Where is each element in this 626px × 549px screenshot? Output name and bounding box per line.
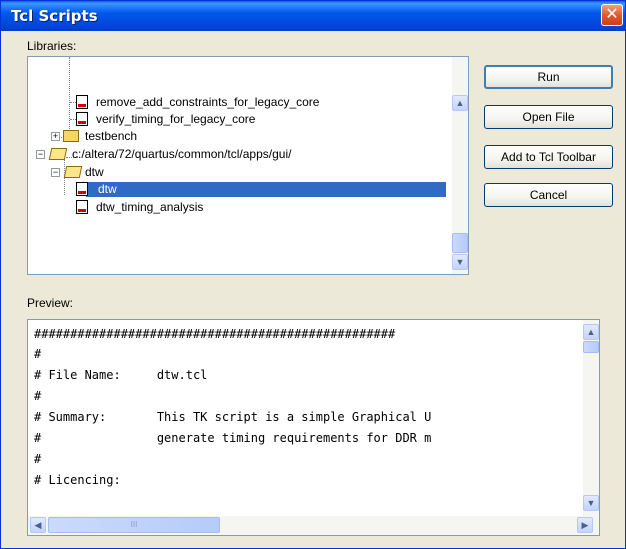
tree-item-dtw-timing-analysis[interactable]: dtw_timing_analysis: [28, 200, 448, 215]
tcl-file-icon: [76, 112, 88, 126]
preview-panel[interactable]: ########################################…: [27, 319, 600, 536]
tree-item-testbench[interactable]: + testbench: [28, 129, 448, 144]
run-button[interactable]: Run: [484, 65, 613, 89]
tree-item-label: dtw: [96, 182, 119, 197]
title-bar[interactable]: Tcl Scripts ✕: [1, 1, 625, 31]
preview-label: Preview:: [27, 296, 74, 310]
grip-icon: III: [130, 520, 138, 529]
tree-item-verify-timing[interactable]: verify_timing_for_legacy_core: [28, 112, 448, 127]
expand-plus-icon[interactable]: +: [51, 132, 60, 141]
tree-item-label: dtw_timing_analysis: [96, 200, 204, 214]
tree-item-label: dtw: [85, 165, 104, 179]
tcl-file-icon: [76, 95, 88, 109]
preview-line: #: [34, 389, 42, 403]
open-folder-icon: [63, 166, 83, 178]
tree-item-label: remove_add_constraints_for_legacy_core: [96, 95, 320, 109]
chevron-up-icon: ▲: [586, 327, 596, 337]
tree-item-dtw-folder[interactable]: − dtw: [28, 165, 448, 180]
scroll-up-button[interactable]: ▲: [452, 95, 468, 111]
tree-vertical-scrollbar[interactable]: ▲ ▼: [452, 57, 468, 274]
tree-item-gui-folder[interactable]: − c:/altera/72/quartus/common/tcl/apps/g…: [28, 147, 448, 162]
add-to-tcl-toolbar-button[interactable]: Add to Tcl Toolbar: [484, 145, 613, 169]
preview-line: # generate timing requirements for DDR m: [34, 431, 432, 445]
tree-item-remove-add-constraints[interactable]: remove_add_constraints_for_legacy_core: [28, 95, 448, 110]
scroll-up-button[interactable]: ▲: [583, 324, 599, 340]
libraries-label: Libraries:: [27, 39, 77, 53]
scroll-right-button[interactable]: ▶: [577, 517, 593, 533]
preview-line: ########################################…: [34, 327, 396, 341]
window-title: Tcl Scripts: [11, 7, 98, 25]
chevron-down-icon: ▼: [455, 257, 465, 267]
preview-line: # File Name: dtw.tcl: [34, 368, 208, 382]
preview-line: # Summary: This TK script is a simple Gr…: [34, 410, 432, 424]
chevron-left-icon: ◀: [34, 520, 42, 530]
close-button[interactable]: ✕: [601, 4, 623, 26]
libraries-tree[interactable]: remove_add_constraints_for_legacy_core v…: [27, 56, 469, 275]
scroll-thumb[interactable]: III: [48, 517, 220, 533]
chevron-right-icon: ▶: [581, 520, 589, 530]
open-file-button[interactable]: Open File: [484, 105, 613, 129]
tree-item-label: testbench: [85, 129, 138, 143]
chevron-down-icon: ▼: [586, 498, 596, 508]
preview-vertical-scrollbar[interactable]: ▲ ▼: [583, 320, 599, 516]
scroll-down-button[interactable]: ▼: [452, 254, 468, 270]
scroll-thumb[interactable]: [583, 341, 599, 353]
preview-line: #: [34, 452, 42, 466]
chevron-up-icon: ▲: [455, 98, 465, 108]
cancel-button[interactable]: Cancel: [484, 183, 613, 207]
scroll-thumb[interactable]: [452, 233, 468, 253]
folder-icon: [63, 130, 79, 142]
collapse-minus-icon[interactable]: −: [36, 150, 45, 159]
preview-horizontal-scrollbar[interactable]: ◀ III ▶: [28, 516, 599, 535]
scroll-left-button[interactable]: ◀: [30, 517, 46, 533]
collapse-minus-icon[interactable]: −: [51, 168, 60, 177]
tree-item-label: verify_timing_for_legacy_core: [96, 112, 256, 126]
scroll-down-button[interactable]: ▼: [583, 495, 599, 511]
tcl-file-icon: [76, 182, 88, 196]
open-folder-icon: [48, 148, 68, 160]
tcl-file-icon: [76, 200, 88, 214]
tree-item-dtw-script[interactable]: dtw: [28, 182, 448, 197]
tree-item-label: c:/altera/72/quartus/common/tcl/apps/gui…: [72, 147, 292, 161]
preview-line: # Licencing:: [34, 473, 121, 487]
preview-line: #: [34, 347, 42, 361]
tcl-scripts-dialog: Tcl Scripts ✕ Libraries: remove_add_cons…: [0, 0, 626, 549]
close-icon: ✕: [605, 6, 619, 23]
